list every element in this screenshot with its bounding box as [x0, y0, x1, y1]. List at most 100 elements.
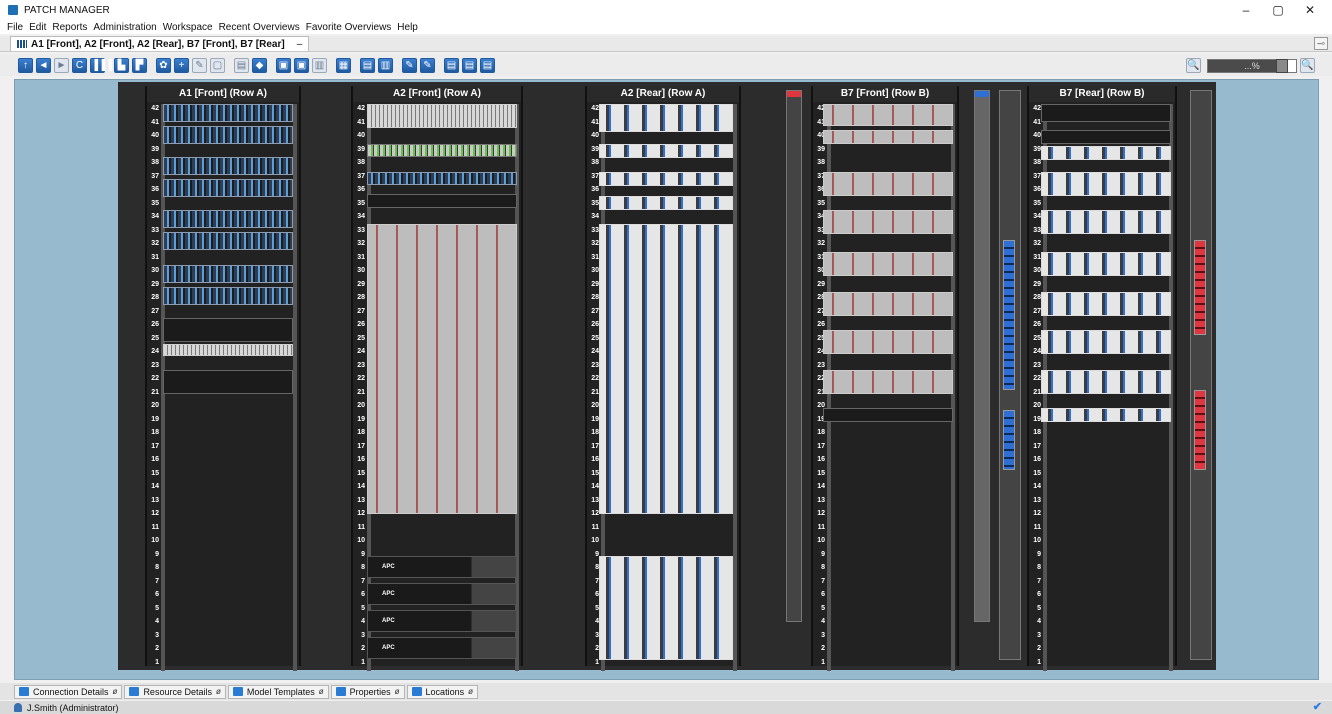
pin-icon[interactable]: ø — [468, 687, 473, 696]
menu-reports[interactable]: Reports — [49, 22, 90, 33]
server-rear-panel[interactable] — [1041, 292, 1171, 316]
ups-rear-panel[interactable] — [599, 556, 733, 660]
properties-button[interactable]: ▦ — [336, 57, 351, 73]
ups-unit[interactable]: APC — [367, 556, 517, 578]
panel-restore-button[interactable]: –▫ — [1314, 37, 1328, 50]
firewall-appliance[interactable] — [163, 370, 293, 394]
tab-locations[interactable]: Locations ø — [406, 684, 478, 699]
patch-panel[interactable] — [163, 344, 293, 356]
patch-panel[interactable] — [163, 318, 293, 342]
network-switch[interactable] — [163, 210, 293, 228]
menu-favorite-overviews[interactable]: Favorite Overviews — [303, 22, 395, 33]
edit-button[interactable]: ✎ — [192, 57, 207, 73]
pdu-strip-b7-front-left[interactable] — [974, 90, 990, 622]
server-rear-panel[interactable] — [1041, 146, 1171, 160]
pin-icon[interactable]: ø — [319, 687, 324, 696]
minimize-button[interactable]: – — [1230, 0, 1262, 20]
blade-server-stack[interactable] — [367, 224, 517, 514]
front-view-button[interactable]: ▙ — [114, 57, 129, 73]
settings-button[interactable]: ✿ — [156, 57, 171, 73]
server-rear-panel[interactable] — [1041, 252, 1171, 276]
firewall-appliance[interactable] — [823, 408, 953, 422]
ups-unit[interactable]: APC — [367, 637, 517, 659]
zoom-out-icon[interactable]: 🔍 — [1186, 58, 1201, 73]
blade-server-rear-stack[interactable] — [599, 224, 733, 514]
locate-button[interactable]: ◆ — [252, 57, 267, 73]
refresh-button[interactable]: C — [72, 57, 87, 73]
layer-button[interactable]: ▤ — [234, 57, 249, 73]
ups-unit[interactable]: APC — [367, 583, 517, 605]
menu-recent-overviews[interactable]: Recent Overviews — [216, 22, 303, 33]
server-rear-panel[interactable] — [599, 104, 733, 132]
pdu-outlets-red[interactable] — [1194, 390, 1206, 470]
pdu-strip-a2[interactable] — [786, 90, 802, 622]
rack-view-button[interactable]: ▐▐▐ — [90, 57, 112, 73]
layout-1-button[interactable]: ▤ — [444, 57, 459, 73]
menu-help[interactable]: Help — [394, 22, 421, 33]
print-button[interactable]: ▥ — [312, 57, 327, 73]
zoom-slider[interactable]: ...% — [1207, 58, 1297, 73]
tab-connection-details[interactable]: Connection Details ø — [14, 684, 123, 699]
layout-2-button[interactable]: ▤ — [462, 57, 477, 73]
frame-button[interactable]: ▢ — [210, 57, 225, 73]
zoom-in-icon[interactable]: 🔍 — [1300, 58, 1315, 73]
tab-properties[interactable]: Properties ø — [330, 684, 405, 699]
network-switch[interactable] — [367, 144, 517, 157]
server-2u[interactable] — [823, 292, 953, 316]
import-button[interactable]: ▣ — [294, 57, 309, 73]
network-switch[interactable] — [163, 126, 293, 144]
tag-button[interactable]: ✎ — [402, 57, 417, 73]
server-rear-panel[interactable] — [599, 172, 733, 186]
detail-view-button[interactable]: ▥ — [378, 57, 393, 73]
pdu-outlets-blue[interactable] — [1003, 410, 1015, 470]
highlight-button[interactable]: ✎ — [420, 57, 435, 73]
navigate-forward-button[interactable]: ► — [54, 57, 69, 73]
server-1u[interactable] — [823, 104, 953, 126]
server-rear-panel[interactable] — [1041, 330, 1171, 354]
server-rear-panel[interactable] — [1041, 370, 1171, 394]
server-rear-panel[interactable] — [599, 144, 733, 158]
network-switch[interactable] — [163, 287, 293, 305]
server-2u[interactable] — [823, 210, 953, 234]
network-switch[interactable] — [367, 172, 517, 185]
add-button[interactable]: + — [174, 57, 189, 73]
menu-file[interactable]: File — [4, 22, 26, 33]
patch-panel[interactable] — [1041, 130, 1171, 144]
pin-icon[interactable]: ø — [113, 687, 118, 696]
patch-panel[interactable] — [1041, 104, 1171, 122]
tab-model-templates[interactable]: Model Templates ø — [227, 684, 329, 699]
rear-view-button[interactable]: ▛ — [132, 57, 147, 73]
server-2u[interactable] — [823, 330, 953, 354]
ups-unit[interactable]: APC — [367, 610, 517, 632]
server-rear-panel[interactable] — [1041, 210, 1171, 234]
server-rear-panel[interactable] — [1041, 172, 1171, 196]
network-switch[interactable] — [163, 232, 293, 250]
list-view-button[interactable]: ▤ — [360, 57, 375, 73]
server-2u[interactable] — [367, 104, 517, 128]
tab-resource-details[interactable]: Resource Details ø — [124, 684, 226, 699]
maximize-button[interactable]: ▢ — [1262, 0, 1294, 20]
pdu-outlets-red[interactable] — [1194, 240, 1206, 335]
layout-3-button[interactable]: ▤ — [480, 57, 495, 73]
export-button[interactable]: ▣ — [276, 57, 291, 73]
server-2u[interactable] — [823, 370, 953, 394]
patch-panel[interactable] — [367, 194, 517, 208]
network-switch[interactable] — [163, 179, 293, 197]
tab-rack-overview[interactable]: A1 [Front], A2 [Front], A2 [Rear], B7 [F… — [10, 36, 310, 51]
tab-minimize-button[interactable]: – — [297, 39, 303, 50]
pin-icon[interactable]: ø — [395, 687, 400, 696]
close-button[interactable]: ✕ — [1294, 0, 1326, 20]
server-rear-panel[interactable] — [1041, 408, 1171, 422]
pdu-strip-b7-red[interactable] — [1190, 90, 1212, 660]
network-switch[interactable] — [163, 265, 293, 283]
pdu-outlets-blue[interactable] — [1003, 240, 1015, 390]
server-2u[interactable] — [823, 172, 953, 196]
navigate-back-button[interactable]: ◄ — [36, 57, 51, 73]
rack-canvas[interactable]: A1 [Front] (Row A) 42 41 40 39 38 37 36 35 34 33 3… — [14, 79, 1319, 680]
network-switch[interactable] — [163, 157, 293, 175]
navigate-up-button[interactable]: ↑ — [18, 57, 33, 73]
server-rear-panel[interactable] — [599, 196, 733, 210]
menu-administration[interactable]: Administration — [90, 22, 159, 33]
pin-icon[interactable]: ø — [216, 687, 221, 696]
menu-edit[interactable]: Edit — [26, 22, 49, 33]
